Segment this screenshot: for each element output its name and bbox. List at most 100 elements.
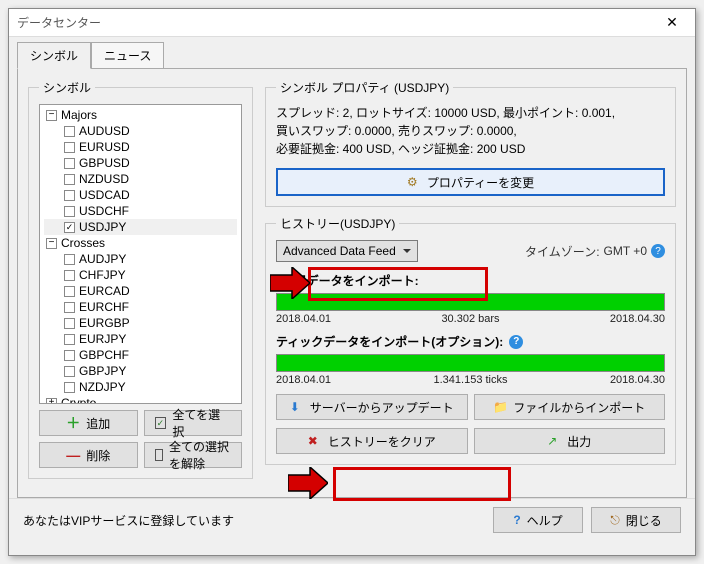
m1-to: 2018.04.30	[610, 313, 665, 325]
tree-item-label: NZDUSD	[79, 172, 129, 186]
tree-item[interactable]: NZDUSD	[44, 171, 237, 187]
tree-group-label: Crypto	[61, 396, 96, 404]
change-properties-label: プロパティーを変更	[427, 174, 534, 191]
close-label: 閉じる	[626, 512, 662, 529]
tree-item-checkbox[interactable]	[64, 142, 75, 153]
m1-from: 2018.04.01	[276, 313, 331, 325]
tree-item[interactable]: AUDUSD	[44, 123, 237, 139]
tree-item-label: EURGBP	[79, 316, 130, 330]
tree-item-label: AUDJPY	[79, 252, 126, 266]
tree-item[interactable]: AUDJPY	[44, 251, 237, 267]
tree-item-label: AUDUSD	[79, 124, 130, 138]
tree-item-label: USDCHF	[79, 204, 129, 218]
clear-history-button[interactable]: ✖ ヒストリーをクリア	[276, 428, 468, 454]
tree-item-checkbox[interactable]	[64, 382, 75, 393]
tree-item[interactable]: USDJPY	[44, 219, 237, 235]
tree-item[interactable]: USDCHF	[44, 203, 237, 219]
timezone-help-icon[interactable]: ?	[651, 244, 665, 258]
tree-item-label: USDCAD	[79, 188, 130, 202]
tree-item-checkbox[interactable]	[64, 350, 75, 361]
symbol-fieldset: シンボル −MajorsAUDUSDEURUSDGBPUSDNZDUSDUSDC…	[28, 79, 253, 479]
m1-import-label: 1分足データをインポート:	[276, 272, 665, 289]
tree-item[interactable]: EURUSD	[44, 139, 237, 155]
download-icon: ⬇	[290, 400, 304, 414]
tree-item-checkbox[interactable]	[64, 270, 75, 281]
symbol-legend: シンボル	[39, 79, 95, 96]
add-button[interactable]: ＋ 追加	[39, 410, 138, 436]
tick-from: 2018.04.01	[276, 374, 331, 386]
m1-progress-info: 2018.04.01 30.302 bars 2018.04.30	[276, 313, 665, 325]
help-button[interactable]: ? ヘルプ	[493, 507, 583, 533]
folder-icon: 📁	[493, 400, 507, 414]
minus-icon: —	[66, 448, 80, 462]
export-button[interactable]: ↗ 出力	[474, 428, 666, 454]
tree-item[interactable]: GBPCHF	[44, 347, 237, 363]
tree-item-checkbox[interactable]	[64, 190, 75, 201]
gear-icon: ⚙	[407, 175, 421, 189]
clear-label: ヒストリーをクリア	[328, 433, 436, 450]
deselect-all-button[interactable]: 全ての選択を解除	[144, 442, 243, 468]
tree-group[interactable]: + Crypto	[44, 395, 237, 404]
uncheck-icon	[155, 449, 163, 461]
tree-item-checkbox[interactable]	[64, 334, 75, 345]
tree-item[interactable]: EURCHF	[44, 299, 237, 315]
vip-status-text: あなたはVIPサービスに登録しています	[23, 512, 234, 529]
tree-group-label: Majors	[61, 108, 97, 122]
tree-item[interactable]: NZDJPY	[44, 379, 237, 395]
symbol-tree[interactable]: −MajorsAUDUSDEURUSDGBPUSDNZDUSDUSDCADUSD…	[39, 104, 242, 404]
collapse-icon[interactable]: −	[46, 110, 57, 121]
timezone-value: GMT +0	[604, 244, 647, 258]
delete-button-label: 削除	[86, 447, 110, 464]
help-icon: ?	[513, 513, 520, 527]
tree-item-checkbox[interactable]	[64, 126, 75, 137]
close-dialog-button[interactable]: ⎋ 閉じる	[591, 507, 681, 533]
tree-item-label: GBPCHF	[79, 348, 129, 362]
tree-item-checkbox[interactable]	[64, 302, 75, 313]
tab-symbol[interactable]: シンボル	[17, 42, 91, 69]
select-all-button[interactable]: 全てを選択	[144, 410, 243, 436]
tab-row: シンボル ニュース	[17, 41, 687, 68]
door-icon: ⎋	[610, 513, 620, 528]
tab-news[interactable]: ニュース	[91, 42, 164, 69]
tree-item-checkbox[interactable]	[64, 158, 75, 169]
tree-group-label: Crosses	[61, 236, 105, 250]
tree-item[interactable]: GBPUSD	[44, 155, 237, 171]
delete-button[interactable]: — 削除	[39, 442, 138, 468]
tree-item-checkbox[interactable]	[64, 222, 75, 233]
collapse-icon[interactable]: −	[46, 238, 57, 249]
plus-icon: ＋	[66, 416, 80, 430]
source-value: Advanced Data Feed	[283, 244, 396, 258]
m1-progress	[276, 293, 665, 311]
tree-item-label: USDJPY	[79, 220, 126, 234]
export-icon: ↗	[547, 434, 561, 448]
tree-item-label: EURCAD	[79, 284, 130, 298]
change-properties-button[interactable]: ⚙ プロパティーを変更	[277, 169, 664, 195]
expand-icon[interactable]: +	[46, 398, 57, 405]
tree-group[interactable]: −Crosses	[44, 235, 237, 251]
properties-fieldset: シンボル プロパティ (USDJPY) スプレッド: 2, ロットサイズ: 10…	[265, 79, 676, 207]
add-button-label: 追加	[86, 415, 110, 432]
help-label: ヘルプ	[527, 512, 563, 529]
tree-item[interactable]: EURGBP	[44, 315, 237, 331]
tree-item[interactable]: EURCAD	[44, 283, 237, 299]
tree-item-checkbox[interactable]	[64, 254, 75, 265]
timezone-display: タイムゾーン: GMT +0 ?	[525, 243, 665, 260]
source-select[interactable]: Advanced Data Feed	[276, 240, 418, 262]
update-from-server-button[interactable]: ⬇ サーバーからアップデート	[276, 394, 468, 420]
tree-item-checkbox[interactable]	[64, 366, 75, 377]
tree-item-checkbox[interactable]	[64, 206, 75, 217]
import-from-file-button[interactable]: 📁 ファイルからインポート	[474, 394, 666, 420]
tree-item[interactable]: CHFJPY	[44, 267, 237, 283]
tree-item[interactable]: USDCAD	[44, 187, 237, 203]
tick-help-icon[interactable]: ?	[509, 335, 523, 349]
tree-item-checkbox[interactable]	[64, 174, 75, 185]
tree-group[interactable]: −Majors	[44, 107, 237, 123]
prop-line2: 買いスワップ: 0.0000, 売りスワップ: 0.0000,	[276, 122, 665, 140]
tick-progress-info: 2018.04.01 1.341.153 ticks 2018.04.30	[276, 374, 665, 386]
tree-item[interactable]: GBPJPY	[44, 363, 237, 379]
tree-item-label: GBPJPY	[79, 364, 126, 378]
close-button[interactable]: ✕	[657, 12, 687, 34]
tree-item[interactable]: EURJPY	[44, 331, 237, 347]
tree-item-checkbox[interactable]	[64, 318, 75, 329]
tree-item-checkbox[interactable]	[64, 286, 75, 297]
